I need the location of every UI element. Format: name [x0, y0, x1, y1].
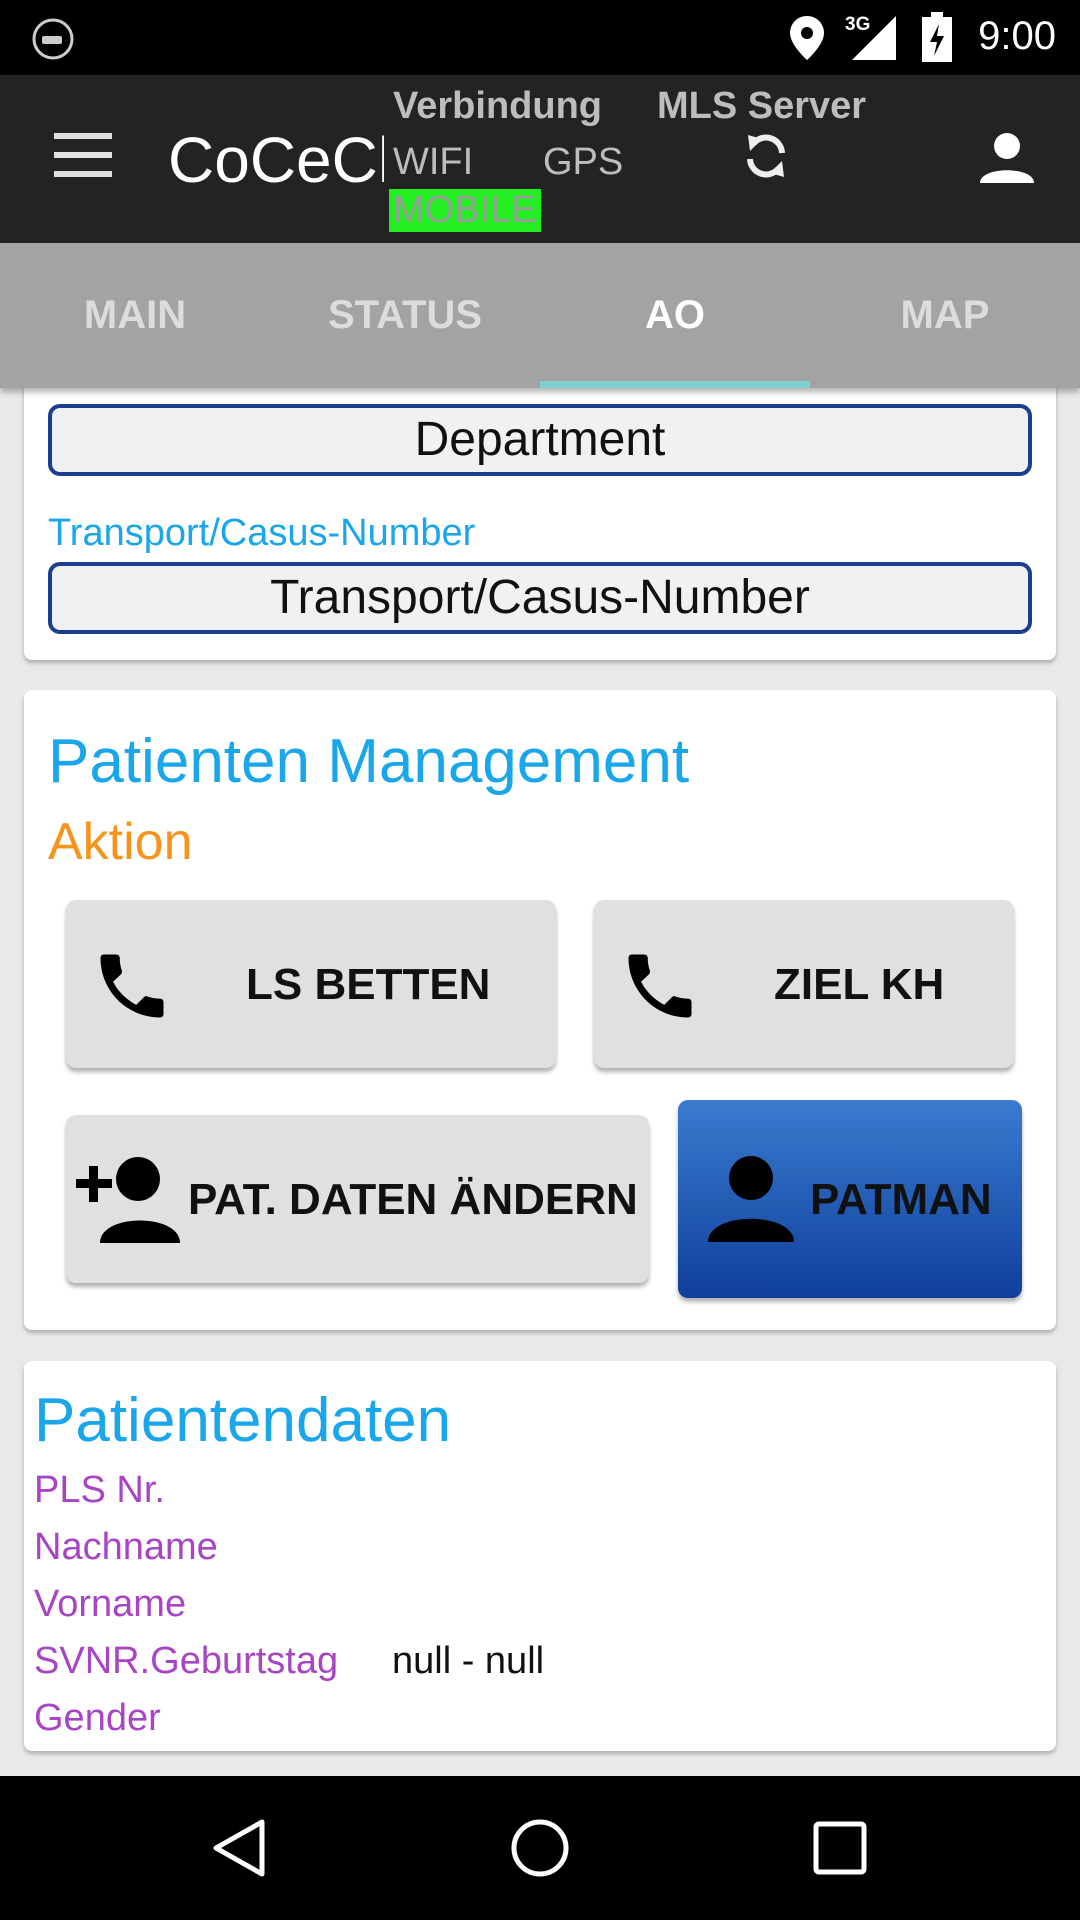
svnr-value: null - null: [392, 1640, 545, 1682]
clock: 9:00: [978, 14, 1056, 58]
battery-charging-icon: [922, 12, 952, 62]
recents-icon[interactable]: [812, 1820, 868, 1876]
tab-ao[interactable]: AO: [540, 243, 810, 388]
patman-button[interactable]: PATMAN: [678, 1100, 1022, 1298]
vehicle-notification-icon: [32, 18, 74, 60]
ziel-kh-button[interactable]: ZIEL KH: [594, 900, 1014, 1068]
phone-icon: [628, 954, 692, 1018]
patient-data-card: Patientendaten PLS Nr. Nachname Vorname …: [24, 1361, 1056, 1751]
patient-data-title: Patientendaten: [34, 1386, 452, 1455]
app-bar: CoCeCl Verbindung MLS Server WIFI GPS MO…: [0, 75, 1080, 243]
phone-icon: [100, 954, 164, 1018]
person-icon: [708, 1156, 794, 1242]
tab-ao-label: AO: [645, 293, 705, 337]
menu-icon[interactable]: [54, 133, 112, 177]
navigation-bar: [0, 1776, 1080, 1920]
gps-status: GPS: [543, 141, 624, 183]
home-icon[interactable]: [510, 1818, 570, 1878]
nachname-label: Nachname: [34, 1526, 218, 1568]
patient-management-card: Patienten Management Aktion LS BETTEN ZI…: [24, 690, 1056, 1330]
mobile-status: MOBILE: [389, 189, 541, 232]
transport-label: Transport/Casus-Number: [48, 512, 476, 554]
mls-server-label: MLS Server: [657, 85, 867, 127]
aktion-label: Aktion: [48, 813, 193, 871]
svnr-label: SVNR.Geburtstag: [34, 1640, 339, 1682]
tab-main[interactable]: MAIN: [0, 243, 270, 388]
tab-status[interactable]: STATUS: [270, 243, 540, 388]
add-person-icon: [76, 1157, 180, 1243]
refresh-icon[interactable]: [744, 131, 788, 179]
department-field[interactable]: Department: [48, 404, 1032, 476]
patient-management-title: Patienten Management: [48, 727, 690, 796]
back-icon[interactable]: [210, 1818, 270, 1878]
ls-betten-label: LS BETTEN: [246, 960, 491, 1009]
patman-label: PATMAN: [810, 1175, 992, 1224]
pls-label: PLS Nr.: [34, 1469, 165, 1511]
form-card: Department Transport/Casus-Number Transp…: [24, 380, 1056, 660]
tab-map[interactable]: MAP: [810, 243, 1080, 388]
account-icon[interactable]: [980, 133, 1034, 183]
pat-daten-label: PAT. DATEN ÄNDERN: [188, 1175, 638, 1224]
signal-icon: [852, 16, 896, 60]
vorname-label: Vorname: [34, 1583, 187, 1625]
verbindung-label: Verbindung: [393, 85, 602, 127]
active-tab-indicator: [540, 381, 810, 388]
ziel-kh-label: ZIEL KH: [774, 960, 945, 1009]
gender-label: Gender: [34, 1697, 161, 1739]
transport-field[interactable]: Transport/Casus-Number: [48, 562, 1032, 634]
wifi-status: WIFI: [393, 141, 474, 183]
status-bar: 3G 9:00: [0, 0, 1080, 75]
pat-daten-aendern-button[interactable]: PAT. DATEN ÄNDERN: [66, 1115, 649, 1283]
tab-bar: MAIN STATUS AO MAP: [0, 243, 1080, 388]
ls-betten-button[interactable]: LS BETTEN: [66, 900, 556, 1068]
app-title: CoCeCl: [168, 124, 384, 196]
location-icon: [790, 16, 824, 60]
